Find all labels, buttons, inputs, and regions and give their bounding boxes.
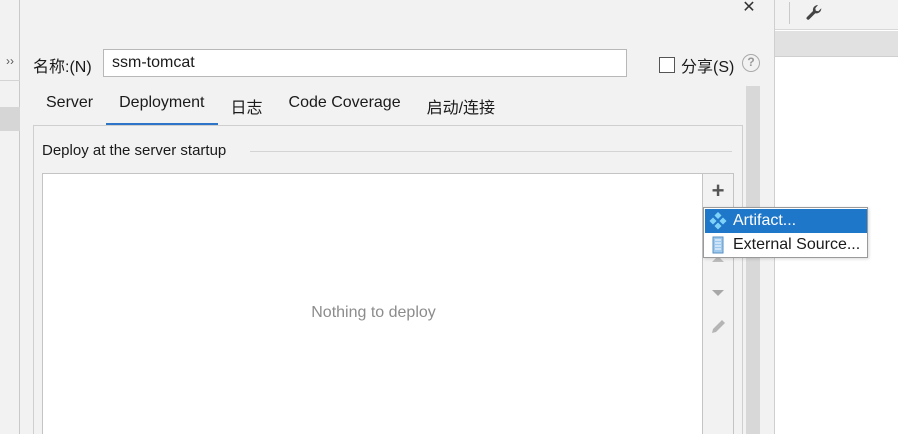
- right-header-band: [775, 31, 898, 57]
- name-label: 名称:(N): [33, 59, 92, 76]
- add-button[interactable]: +: [703, 179, 733, 205]
- share-checkbox[interactable]: [659, 57, 675, 73]
- empty-state-text: Nothing to deploy: [311, 304, 436, 321]
- edit-pencil-icon[interactable]: [703, 314, 733, 340]
- vertical-scrollbar[interactable]: [746, 86, 760, 434]
- name-input[interactable]: [103, 49, 627, 77]
- share-toggle[interactable]: 分享(S): [659, 53, 734, 77]
- artifact-icon: [709, 212, 727, 230]
- tab-bar: Server Deployment 日志 Code Coverage 启动/连接: [33, 90, 508, 126]
- toolbar-separator: [789, 2, 790, 24]
- menu-item-label: External Source...: [733, 236, 861, 253]
- tab-server[interactable]: Server: [33, 90, 106, 126]
- expand-chevron-icon[interactable]: ››: [6, 54, 14, 68]
- tab-deployment[interactable]: Deployment: [106, 90, 218, 126]
- deployment-list[interactable]: Nothing to deploy: [42, 173, 703, 434]
- menu-item-label: Artifact...: [733, 212, 797, 229]
- move-down-icon[interactable]: [703, 280, 733, 306]
- external-source-icon: [712, 236, 724, 254]
- section-title: Deploy at the server startup: [42, 142, 235, 159]
- left-selected-row[interactable]: [0, 107, 20, 131]
- help-icon[interactable]: ?: [742, 54, 760, 72]
- wrench-icon[interactable]: [803, 2, 825, 24]
- tab-logs[interactable]: 日志: [218, 90, 276, 126]
- close-button[interactable]: ✕: [738, 0, 760, 18]
- share-label: 分享(S): [681, 59, 735, 76]
- left-divider: [0, 80, 20, 81]
- add-popup-menu: Artifact... External Source...: [703, 207, 868, 258]
- right-toolbar: [775, 0, 898, 30]
- menu-item-external-source[interactable]: External Source...: [705, 233, 867, 257]
- tab-startup-connection[interactable]: 启动/连接: [414, 90, 508, 126]
- tab-code-coverage[interactable]: Code Coverage: [276, 90, 414, 126]
- menu-item-artifact[interactable]: Artifact...: [705, 209, 867, 233]
- left-background-window: ››: [0, 0, 20, 434]
- section-divider: [250, 151, 732, 152]
